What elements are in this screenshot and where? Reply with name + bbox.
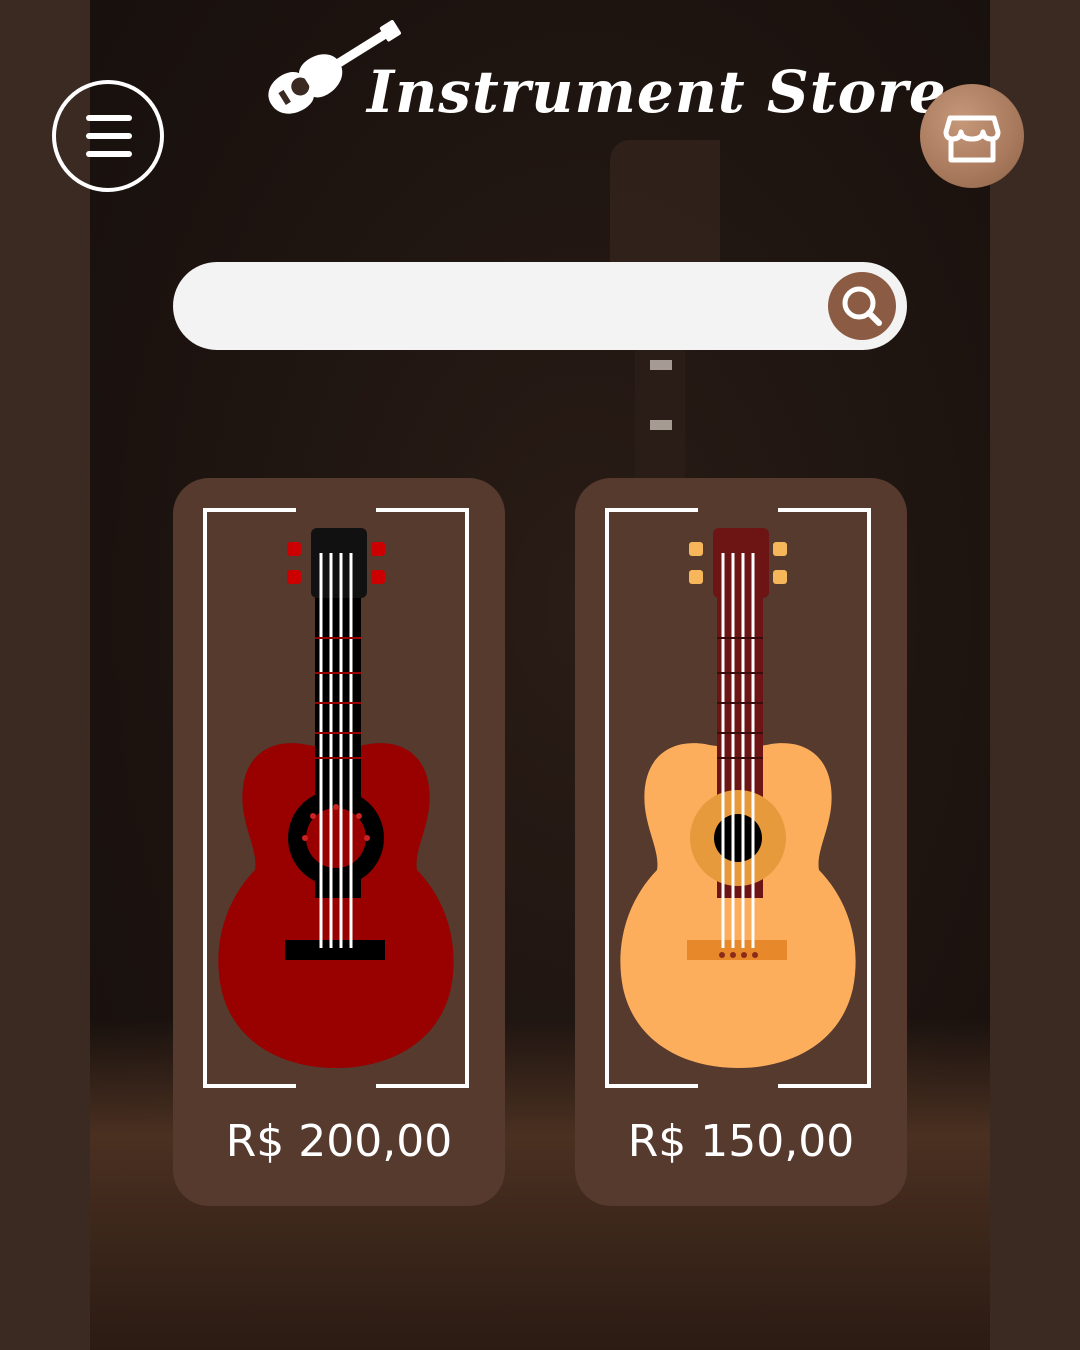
product-image-orange-guitar (605, 508, 871, 1088)
product-price: R$ 150,00 (627, 1116, 855, 1167)
product-price: R$ 200,00 (225, 1116, 453, 1167)
product-image-red-guitar (203, 508, 469, 1088)
search-bar (173, 262, 907, 350)
product-card[interactable]: R$ 150,00 (575, 478, 907, 1206)
storefront-icon (943, 115, 1001, 163)
search-input[interactable] (201, 276, 825, 338)
search-icon (842, 286, 882, 326)
search-button[interactable] (828, 272, 896, 340)
store-button[interactable] (920, 84, 1024, 188)
menu-button[interactable] (52, 80, 164, 192)
app-title: Instrument Store (367, 58, 947, 126)
product-card[interactable]: R$ 200,00 (173, 478, 505, 1206)
